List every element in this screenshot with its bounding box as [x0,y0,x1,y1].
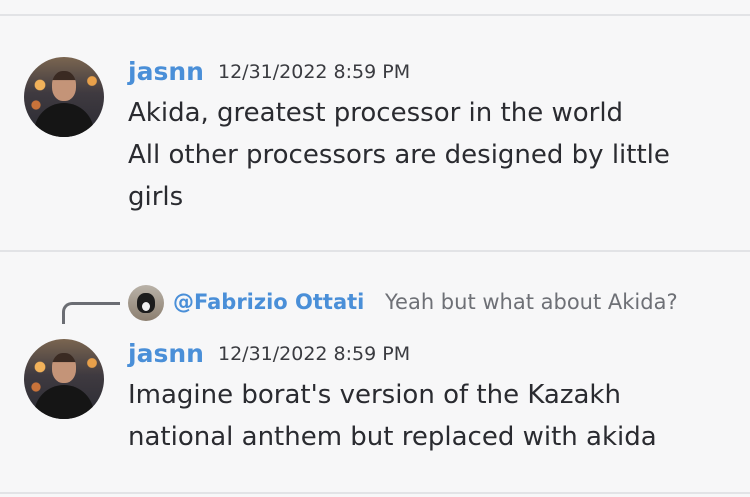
reply-avatar[interactable] [128,285,164,321]
top-divider [0,14,750,16]
message-line: Akida, greatest processor in the world [128,98,624,128]
avatar-body [34,103,94,137]
reply-preview[interactable]: Yeah but what about Akida? [385,292,678,313]
avatar-head [52,353,76,383]
message-content: Akida, greatest processor in the world A… [128,92,670,218]
message-line: Imagine borat's version of the Kazakh [128,380,621,410]
author-name[interactable]: jasnn [128,341,204,366]
message-content: Imagine borat's version of the Kazakh na… [128,374,657,458]
avatar[interactable] [24,339,104,419]
message-divider [0,250,750,252]
avatar-body [34,385,94,419]
message-line: girls [128,182,184,212]
reply-mention[interactable]: @Fabrizio Ottati [173,292,364,313]
message-line: national anthem but replaced with akida [128,422,657,452]
bottom-divider [0,492,750,494]
message-timestamp: 12/31/2022 8:59 PM [218,61,411,83]
avatar[interactable] [24,57,104,137]
message-timestamp: 12/31/2022 8:59 PM [218,343,411,365]
author-name[interactable]: jasnn [128,59,204,84]
reply-connector-icon [62,302,120,324]
avatar-head [52,71,76,101]
message-line: All other processors are designed by lit… [128,140,670,170]
reply-avatar-cat [137,293,155,313]
